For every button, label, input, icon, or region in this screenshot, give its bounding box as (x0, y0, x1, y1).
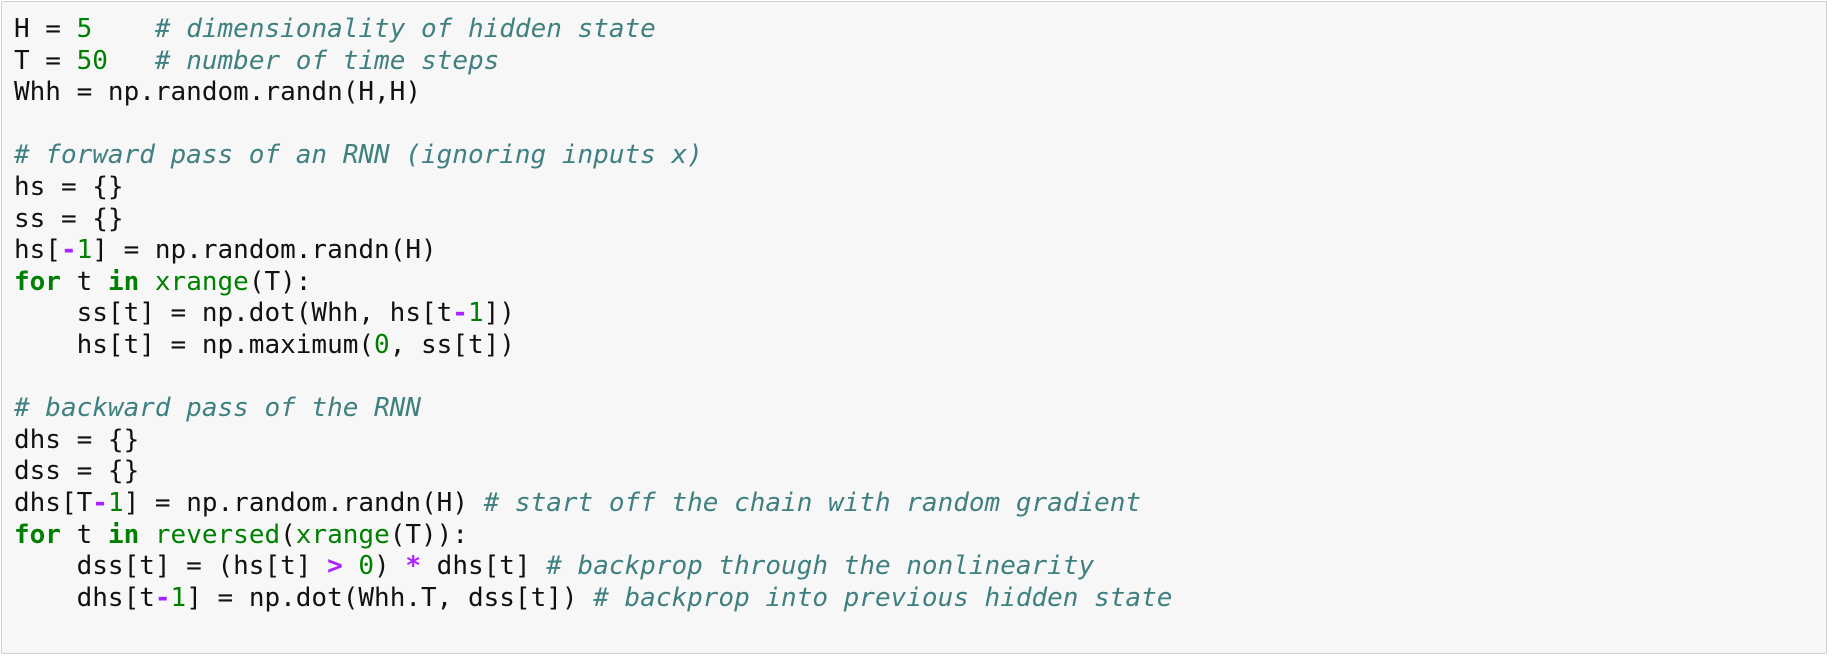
code-line: H = 5 # dimensionality of hidden state (14, 14, 1172, 46)
code-token-plain: (T): (248, 266, 312, 297)
code-cell[interactable]: H = 5 # dimensionality of hidden state T … (1, 1, 1827, 654)
code-line: hs[-1] = np.random.randn(H) (14, 235, 1172, 267)
code-token-plain: T = (14, 45, 77, 76)
code-line: # backward pass of the RNN (14, 393, 1172, 425)
code-token-keyword: for (14, 266, 61, 297)
code-token-plain: hs[ (14, 235, 61, 266)
code-token-keyword: in (107, 266, 140, 297)
code-token-plain: ) (374, 551, 406, 582)
code-token-builtin: xrange (295, 519, 390, 550)
code-token-comment: # start off the chain with random gradie… (483, 487, 1142, 518)
code-token-plain: ( (280, 519, 296, 550)
code-line: ss = {} (14, 204, 1172, 236)
code-token-number: 1 (76, 235, 93, 266)
code-line: Whh = np.random.randn(H,H) (14, 77, 1172, 109)
code-token-plain: t (60, 519, 108, 550)
code-token-plain: ] = np.random.randn(H) (123, 487, 484, 518)
code-token-plain: hs = {} (14, 171, 124, 202)
code-token-plain: Whh = np.random.randn(H,H) (14, 77, 421, 108)
code-token-comment: # dimensionality of hidden state (154, 14, 656, 44)
code-line: for t in reversed(xrange(T)): (14, 520, 1172, 552)
code-token-plain: dhs[T (14, 487, 93, 518)
code-line: dhs = {} (14, 425, 1172, 457)
code-token-number: 50 (76, 45, 108, 76)
code-token-comment: # forward pass of an RNN (ignoring input… (14, 140, 703, 171)
code-token-plain: ss[t] = np.dot(Whh, hs[t (14, 298, 453, 329)
code-token-op: > (327, 551, 343, 582)
code-token-op: - (452, 298, 468, 329)
code-token-plain: , ss[t]) (389, 329, 515, 360)
code-token-builtin: xrange (154, 266, 249, 297)
code-token-op: - (154, 582, 171, 613)
code-line: # forward pass of an RNN (ignoring input… (14, 140, 1172, 172)
code-token-number: 0 (374, 329, 390, 360)
code-token-plain: dss = {} (14, 456, 140, 487)
code-token-plain: H = (14, 14, 77, 44)
code-token-keyword: for (14, 519, 61, 550)
code-token-op: * (405, 551, 422, 582)
code-token-plain: dhs[t] (421, 551, 547, 582)
code-line: hs[t] = np.maximum(0, ss[t]) (14, 330, 1172, 362)
code-token-number: 1 (107, 487, 124, 518)
code-token-plain: ss = {} (14, 203, 124, 234)
code-line: hs = {} (14, 172, 1172, 204)
code-token-keyword: in (107, 519, 140, 550)
code-token-comment: # backprop into previous hidden state (593, 582, 1173, 613)
code-line: ss[t] = np.dot(Whh, hs[t-1]) (14, 298, 1172, 330)
code-token-op: - (92, 487, 108, 518)
code-line: dhs[T-1] = np.random.randn(H) # start of… (14, 488, 1172, 520)
code-token-plain: dss[t] = (hs[t] (14, 551, 328, 582)
code-token-op: - (60, 235, 77, 266)
code-token-plain: dhs = {} (14, 424, 140, 455)
code-token-plain: dhs[t (14, 582, 155, 613)
code-token-plain: hs[t] = np.maximum( (14, 329, 375, 360)
code-line: for t in xrange(T): (14, 267, 1172, 299)
code-line: dss = {} (14, 456, 1172, 488)
code-token-comment: # number of time steps (154, 45, 500, 76)
code-token-plain: ] = np.dot(Whh.T, dss[t]) (186, 582, 594, 613)
code-token-comment: # backprop through the nonlinearity (546, 551, 1095, 582)
code-token-number: 1 (467, 298, 484, 329)
code-token-number: 5 (76, 14, 93, 44)
code-token-number: 1 (170, 582, 187, 613)
code-token-number: 0 (358, 551, 375, 582)
code-token-plain: (T)): (389, 519, 468, 550)
code-editor[interactable]: H = 5 # dimensionality of hidden state T … (14, 14, 1172, 614)
code-line: T = 50 # number of time steps (14, 46, 1172, 78)
code-line: dss[t] = (hs[t] > 0) * dhs[t] # backprop… (14, 551, 1172, 583)
code-token-plain: ] = np.random.randn(H) (92, 235, 437, 266)
code-token-plain: ]) (483, 298, 515, 329)
code-token-builtin: reversed (154, 519, 281, 550)
code-line: dhs[t-1] = np.dot(Whh.T, dss[t]) # backp… (14, 582, 1173, 615)
code-token-comment: # backward pass of the RNN (14, 393, 421, 424)
code-token-plain: t (60, 266, 108, 297)
